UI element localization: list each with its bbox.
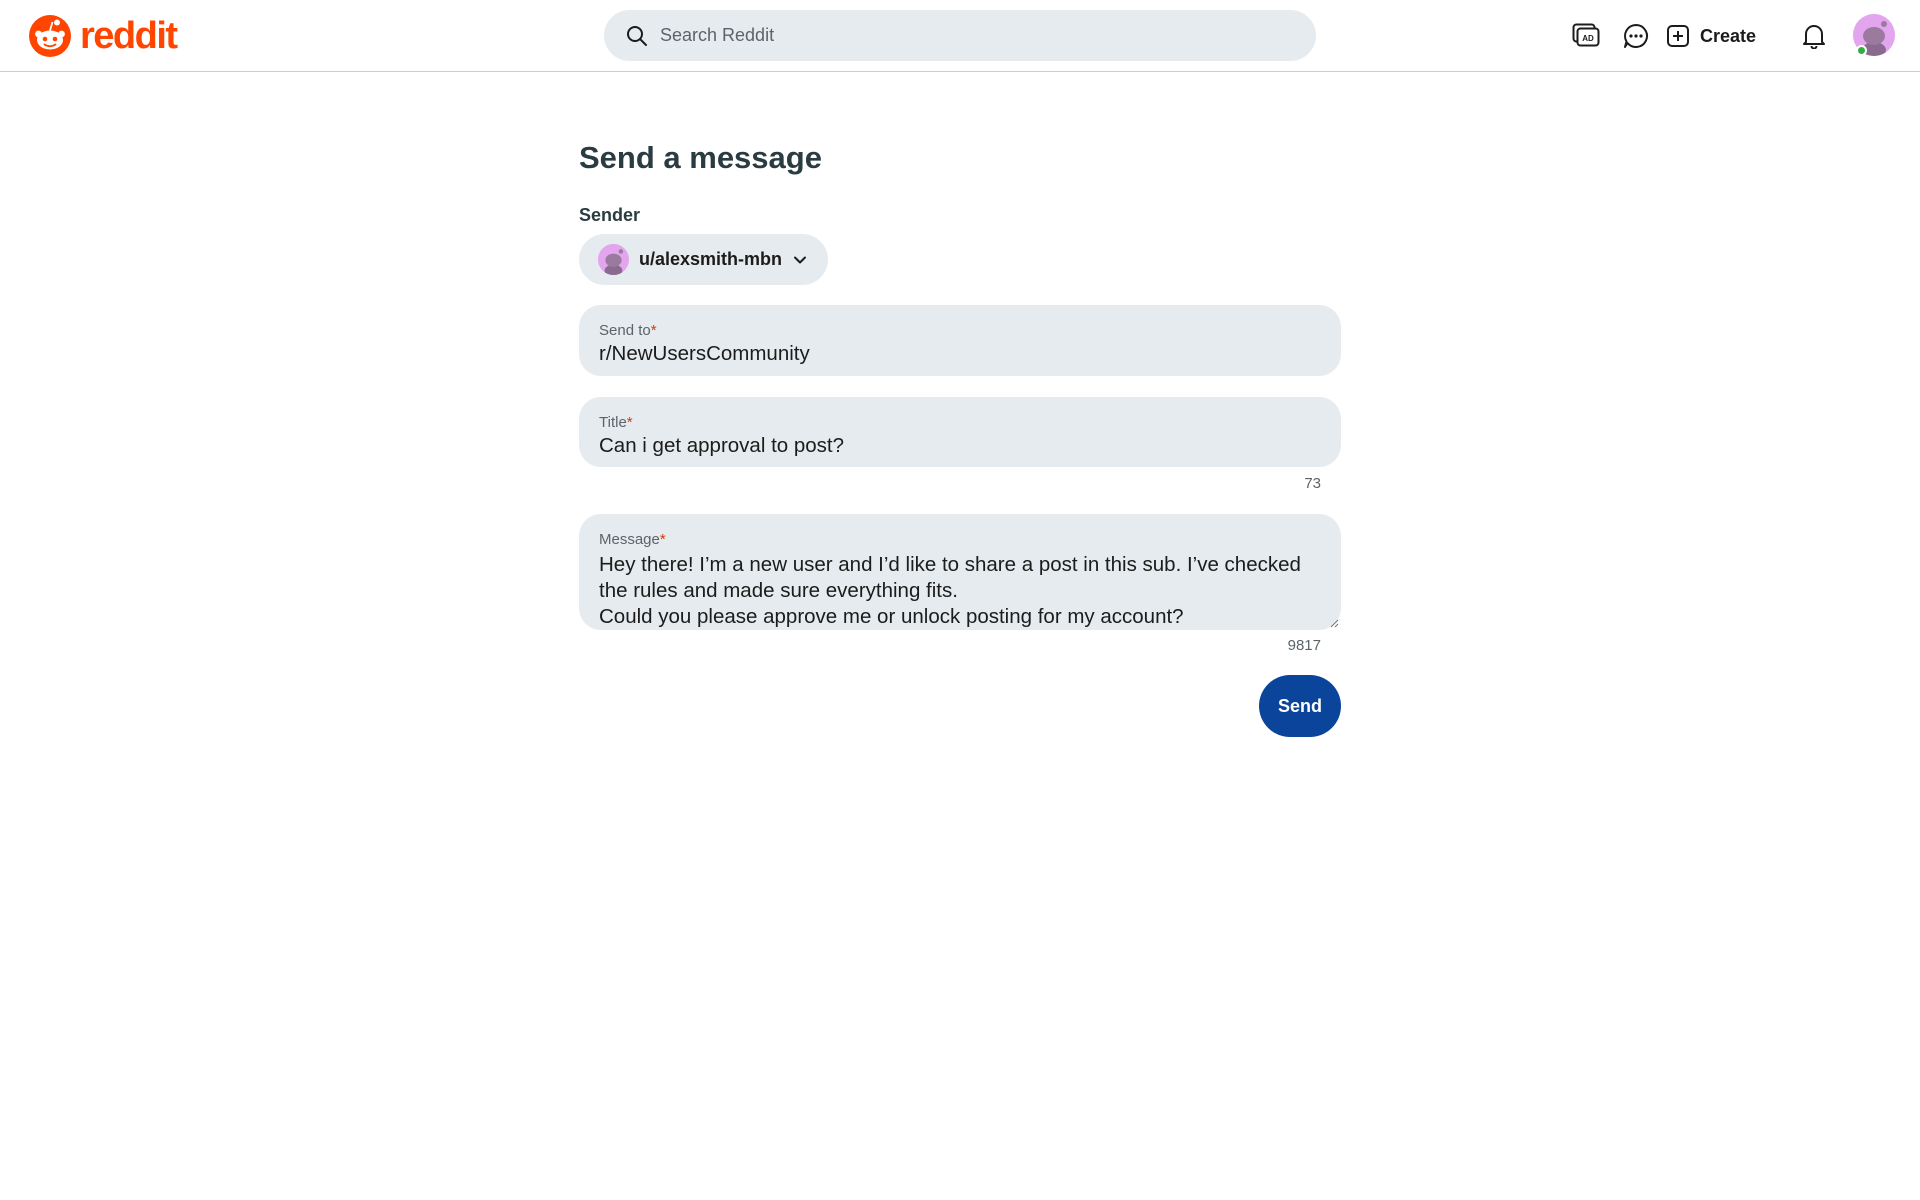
search-bar[interactable]: [604, 10, 1316, 61]
sender-avatar: [598, 244, 629, 275]
required-asterisk: *: [650, 322, 657, 339]
message-textarea[interactable]: Hey there! I’m a new user and I’d like t…: [599, 552, 1321, 630]
search-input[interactable]: [660, 25, 1316, 46]
send-to-label: Send to*: [599, 322, 657, 339]
create-post-button[interactable]: Create: [1666, 14, 1756, 58]
chevron-down-icon: [794, 256, 807, 263]
title-input[interactable]: Can i get approval to post?: [599, 434, 1321, 458]
sender-username: u/alexsmith-mbn: [639, 249, 783, 269]
chat-icon: [1624, 24, 1648, 48]
resize-handle-icon[interactable]: [1329, 618, 1339, 628]
send-to-input[interactable]: r/NewUsersCommunity: [599, 342, 1321, 366]
message-label: Message*: [599, 531, 666, 548]
sender-dropdown[interactable]: u/alexsmith-mbn: [579, 234, 828, 285]
top-navigation-bar: reddit AD Create: [0, 0, 1920, 72]
create-label: Create: [1700, 25, 1757, 46]
search-icon: [627, 25, 647, 46]
plus-square-icon: [1667, 25, 1689, 47]
required-asterisk: *: [626, 414, 633, 431]
message-character-counter: 9817: [1287, 637, 1321, 654]
reddit-snoo-icon: [29, 15, 71, 57]
required-asterisk: *: [659, 531, 666, 548]
sender-label: Sender: [579, 205, 641, 225]
reddit-home-logo[interactable]: reddit: [28, 14, 178, 58]
title-field[interactable]: Title* Can i get approval to post?: [579, 397, 1341, 467]
message-field[interactable]: Message* Hey there! I’m a new user and I…: [579, 514, 1341, 630]
notifications-button[interactable]: [1794, 16, 1834, 56]
snoo-avatar-icon: [598, 244, 629, 275]
advertise-button[interactable]: AD: [1566, 16, 1606, 56]
title-label: Title*: [599, 414, 633, 431]
chat-button[interactable]: [1616, 16, 1656, 56]
svg-text:AD: AD: [1582, 34, 1594, 43]
send-to-field[interactable]: Send to* r/NewUsersCommunity: [579, 305, 1341, 376]
online-status-indicator: [1856, 45, 1867, 56]
send-button[interactable]: Send: [1259, 675, 1341, 737]
bell-icon: [1803, 25, 1825, 49]
page-title: Send a message: [579, 140, 822, 175]
title-character-counter: 73: [1304, 475, 1321, 492]
ad-icon: AD: [1572, 23, 1600, 47]
reddit-wordmark: reddit: [80, 15, 178, 57]
